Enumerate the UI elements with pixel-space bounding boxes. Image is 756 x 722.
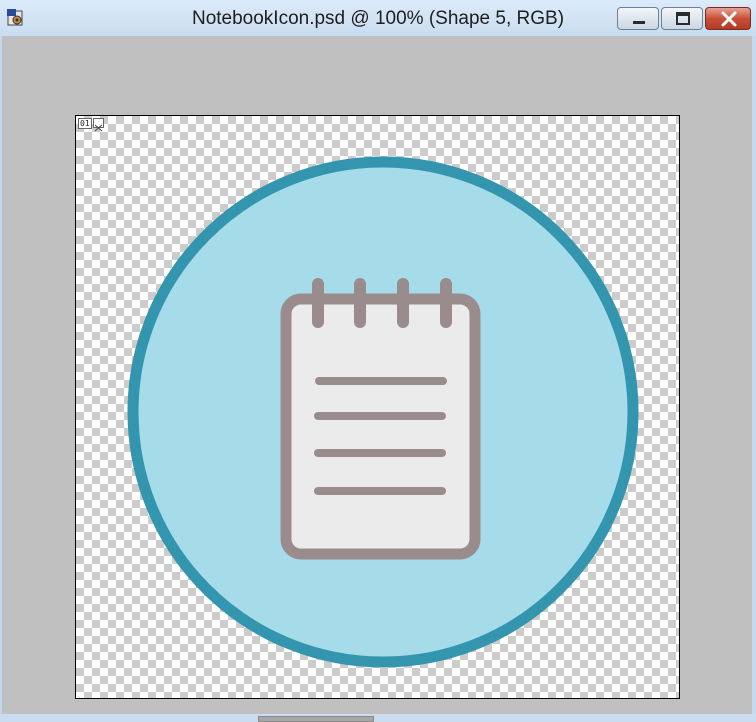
minimize-icon [633, 21, 645, 24]
close-icon [721, 11, 737, 27]
maximize-icon [676, 12, 690, 25]
minimize-button[interactable] [617, 7, 659, 30]
canvas-workspace[interactable]: 01 [2, 36, 752, 714]
close-button[interactable] [705, 7, 751, 30]
bottom-scroll-area [0, 714, 756, 722]
document-canvas[interactable]: 01 [75, 115, 680, 699]
notebook-page [280, 293, 481, 560]
layer-indicator: 01 [78, 118, 104, 132]
layer-mask-icon [92, 118, 104, 132]
horizontal-scrollbar-thumb[interactable] [258, 716, 374, 722]
layer-number: 01 [78, 118, 92, 129]
document-window: NotebookIcon.psd @ 100% (Shape 5, RGB) 0… [0, 0, 756, 722]
notebook-icon-artwork [127, 156, 639, 668]
title-bar[interactable]: NotebookIcon.psd @ 100% (Shape 5, RGB) [0, 0, 756, 36]
maximize-button[interactable] [661, 7, 703, 30]
